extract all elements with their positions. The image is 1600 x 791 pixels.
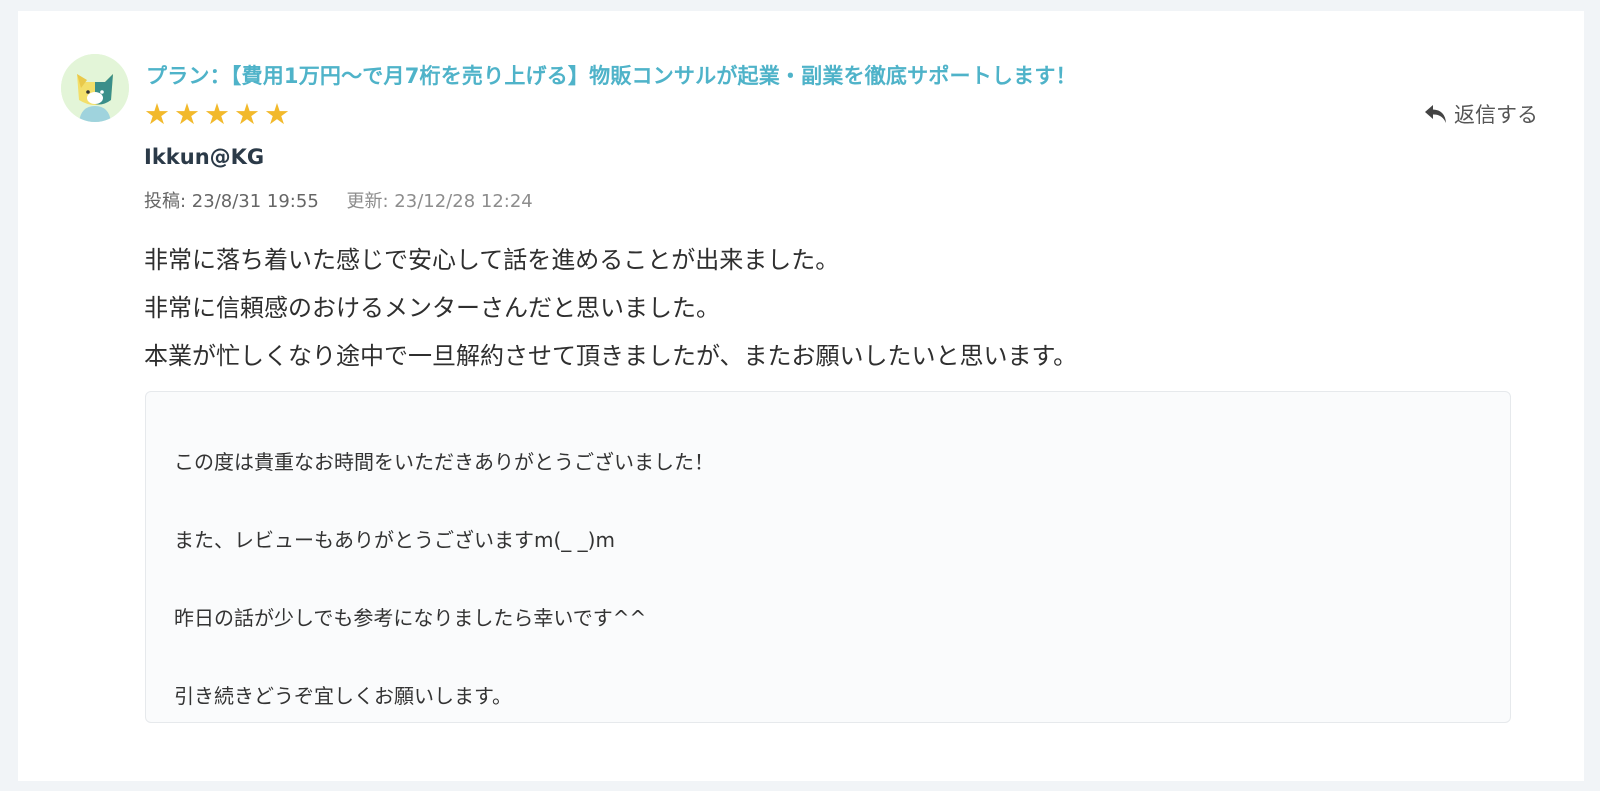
star-icon: ★ xyxy=(144,97,170,131)
review-dates: 投稿: 23/8/31 19:55 更新: 23/12/28 12:24 xyxy=(144,187,533,213)
star-icon: ★ xyxy=(234,97,260,131)
review-line: 非常に落ち着いた感じで安心して話を進めることが出来ました。 xyxy=(144,246,840,274)
plan-title-link[interactable]: プラン：【費用1万円〜で月7桁を売り上げる】物販コンサルが起業・副業を徹底サポー… xyxy=(146,60,1077,90)
star-icon: ★ xyxy=(264,97,290,131)
star-icon: ★ xyxy=(174,97,200,131)
seller-reply-box: この度は貴重なお時間をいただきありがとうございました！ また、レビューもありがと… xyxy=(145,391,1511,723)
review-text: 非常に落ち着いた感じで安心して話を進めることが出来ました。 非常に信頼感のおける… xyxy=(144,236,1077,380)
star-icon: ★ xyxy=(204,97,230,131)
cat-avatar-icon xyxy=(61,54,129,122)
reviewer-name[interactable]: Ikkun@KG xyxy=(144,145,264,169)
review-line: 本業が忙しくなり途中で一旦解約させて頂きましたが、またお願いしたいと思います。 xyxy=(144,342,1078,370)
reply-line: 昨日の話が少しでも参考になりましたら幸いです^^ xyxy=(174,606,647,630)
star-rating: ★ ★ ★ ★ ★ xyxy=(144,97,290,131)
reply-button[interactable]: 返信する xyxy=(1424,99,1538,129)
seller-reply-text: この度は貴重なお時間をいただきありがとうございました！ また、レビューもありがと… xyxy=(174,423,714,735)
updated-date: 更新: 23/12/28 12:24 xyxy=(346,191,533,212)
reply-line: また、レビューもありがとうございますm(_ _)m xyxy=(174,528,615,552)
reply-line: この度は貴重なお時間をいただきありがとうございました！ xyxy=(174,450,714,474)
reply-arrow-icon xyxy=(1425,105,1446,123)
review-line: 非常に信頼感のおけるメンターさんだと思いました。 xyxy=(144,294,720,322)
avatar[interactable] xyxy=(61,54,129,122)
review-card: プラン：【費用1万円〜で月7桁を売り上げる】物販コンサルが起業・副業を徹底サポー… xyxy=(18,11,1584,781)
posted-date: 投稿: 23/8/31 19:55 xyxy=(144,191,319,212)
reply-button-label: 返信する xyxy=(1454,103,1538,127)
reply-line: 引き続きどうぞ宜しくお願いします。 xyxy=(174,684,512,708)
